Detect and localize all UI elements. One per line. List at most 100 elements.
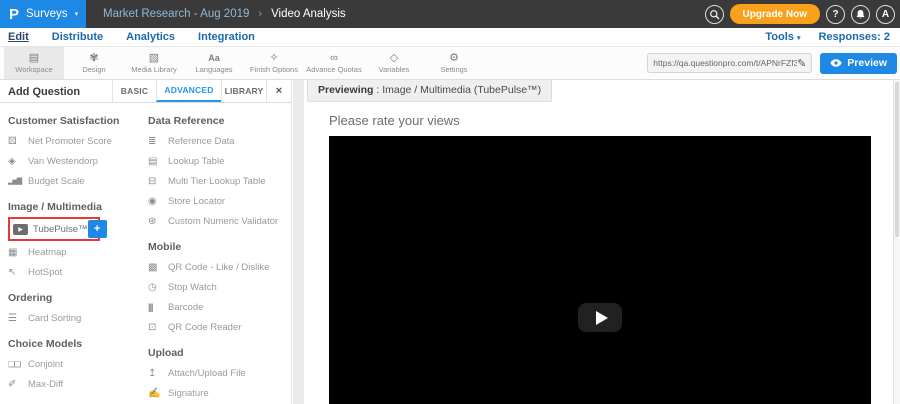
qr-code-reader-icon: ⊡ — [148, 322, 168, 333]
chevron-down-icon: ▾ — [797, 35, 801, 42]
question-type-label: Card Sorting — [28, 313, 81, 324]
languages-icon: Aa — [208, 52, 220, 64]
page-scrollbar[interactable] — [893, 80, 900, 404]
question-type-multi-tier-lookup-table[interactable]: ⊟Multi Tier Lookup Table — [148, 171, 290, 191]
question-type-signature[interactable]: ✍Signature — [148, 383, 290, 403]
question-type-heatmap[interactable]: ▦Heatmap — [8, 242, 148, 262]
scrollbar-thumb[interactable] — [895, 82, 899, 237]
advance-quotas-icon: ∞ — [330, 52, 338, 64]
toolbar-item-label: Workspace — [15, 65, 52, 74]
question-type-qr-code-reader[interactable]: ⊡QR Code Reader — [148, 317, 290, 337]
question-type-card-sorting[interactable]: ☰Card Sorting — [8, 308, 148, 328]
top-bar: P Surveys ▾ Market Research - Aug 2019 ›… — [0, 0, 900, 28]
previewing-tab: Previewing : Image / Multimedia (TubePul… — [307, 80, 552, 102]
question-type-budget-scale[interactable]: ▂▅▇Budget Scale — [8, 171, 148, 191]
help-button[interactable]: ? — [826, 5, 845, 24]
responses-count[interactable]: Responses: 2 — [818, 31, 890, 43]
question-type-van-westendorp[interactable]: ◈Van Westendorp — [8, 151, 148, 171]
section-heading: Image / Multimedia — [8, 201, 148, 213]
preview-button[interactable]: Preview — [820, 53, 897, 74]
upgrade-now-button[interactable]: Upgrade Now — [730, 4, 820, 24]
toolbar-items: ▤Workspace✾Design▧Media LibraryAaLanguag… — [4, 47, 484, 79]
toolbar-item-design[interactable]: ✾Design — [64, 47, 124, 79]
search-icon — [709, 9, 720, 20]
edit-url-icon[interactable]: ✎ — [797, 57, 806, 70]
media-library-icon: ▧ — [149, 52, 159, 64]
question-type-lookup-table[interactable]: ▤Lookup Table — [148, 151, 290, 171]
question-type-barcode[interactable]: |||Barcode — [148, 297, 290, 317]
notifications-button[interactable] — [851, 5, 870, 24]
tab-library[interactable]: LIBRARY — [221, 80, 266, 102]
topbar-actions: Upgrade Now ? A — [705, 0, 900, 28]
question-type-max-diff[interactable]: ✐Max-Diff — [8, 374, 148, 394]
question-type-store-locator[interactable]: ◉Store Locator — [148, 191, 290, 211]
question-column-1: Customer Satisfaction ⚄Net Promoter Score… — [8, 105, 148, 403]
question-section: Customer Satisfaction ⚄Net Promoter Score… — [8, 115, 148, 191]
question-type-label: TubePulse™ — [33, 224, 88, 235]
section-heading: Ordering — [8, 292, 148, 304]
workspace-icon: ▤ — [29, 52, 39, 64]
question-type-label: Max-Diff — [28, 379, 63, 390]
question-type-net-promoter-score[interactable]: ⚄Net Promoter Score — [8, 131, 148, 151]
breadcrumb-survey-name[interactable]: Market Research - Aug 2019 — [103, 8, 249, 20]
question-type-qr-code-like-dislike[interactable]: ▩QR Code - Like / Dislike — [148, 257, 290, 277]
tools-menu[interactable]: Tools ▾ — [765, 31, 800, 43]
section-heading: Customer Satisfaction — [8, 115, 148, 127]
toolbar-item-label: Settings — [440, 65, 467, 74]
toolbar-item-label: Variables — [379, 65, 410, 74]
question-type-reference-data[interactable]: ≣Reference Data — [148, 131, 290, 151]
toolbar-item-media-library[interactable]: ▧Media Library — [124, 47, 184, 79]
tab-advanced[interactable]: ADVANCED — [156, 80, 221, 102]
nav-item-analytics[interactable]: Analytics — [126, 31, 175, 43]
heatmap-icon: ▦ — [8, 247, 28, 258]
close-icon[interactable]: × — [266, 80, 291, 102]
question-type-label: QR Code - Like / Dislike — [168, 262, 269, 273]
add-question-button[interactable]: + — [88, 220, 107, 238]
toolbar-item-label: Languages — [195, 65, 232, 74]
toolbar-item-finish-options[interactable]: ✧Finish Options — [244, 47, 304, 79]
sidebar-scrollbar[interactable] — [293, 80, 304, 404]
question-section: Data Reference ≣Reference Data▤Lookup Tab… — [148, 115, 290, 231]
question-type-custom-numeric-validator[interactable]: ⊛Custom Numeric Validator — [148, 211, 290, 231]
add-question-header: Add Question BASIC ADVANCED LIBRARY × — [0, 80, 291, 103]
question-type-label: Budget Scale — [28, 176, 85, 187]
selected-question-highlight[interactable]: ▶TubePulse™+ — [8, 217, 100, 241]
preview-panel: Previewing : Image / Multimedia (TubePul… — [304, 80, 893, 404]
nav-right: Tools ▾ Responses: 2 — [765, 31, 892, 43]
question-type-tubepulse[interactable]: ▶TubePulse™ — [13, 224, 88, 235]
play-button[interactable] — [578, 303, 622, 332]
tab-basic[interactable]: BASIC — [112, 80, 156, 102]
question-type-attach-upload-file[interactable]: ↥Attach/Upload File — [148, 363, 290, 383]
question-section: Upload ↥Attach/Upload File✍Signature — [148, 347, 290, 403]
video-player[interactable] — [329, 136, 871, 404]
toolbar-item-languages[interactable]: AaLanguages — [184, 47, 244, 79]
section-heading: Upload — [148, 347, 290, 359]
question-type-label: Barcode — [168, 302, 203, 313]
survey-url-input[interactable] — [653, 58, 797, 68]
main-nav: Edit Distribute Analytics Integration To… — [0, 28, 900, 47]
nav-item-integration[interactable]: Integration — [198, 31, 255, 43]
main-content: Add Question BASIC ADVANCED LIBRARY × Cu… — [0, 80, 900, 404]
section-heading: Data Reference — [148, 115, 290, 127]
section-heading: Choice Models — [8, 338, 148, 350]
question-type-stop-watch[interactable]: ◷Stop Watch — [148, 277, 290, 297]
toolbar-item-label: Media Library — [131, 65, 176, 74]
nav-item-distribute[interactable]: Distribute — [52, 31, 103, 43]
avatar[interactable]: A — [876, 5, 895, 24]
question-type-label: Store Locator — [168, 196, 225, 207]
toolbar-right: ✎ Preview — [647, 47, 900, 79]
play-icon — [596, 311, 608, 325]
question-type-conjoint[interactable]: ❏❏Conjoint — [8, 354, 148, 374]
question-section: Image / Multimedia▶TubePulse™+▦Heatmap↖H… — [8, 201, 148, 282]
toolbar-item-workspace[interactable]: ▤Workspace — [4, 47, 64, 79]
toolbar-item-settings[interactable]: ⚙Settings — [424, 47, 484, 79]
toolbar-item-variables[interactable]: ◇Variables — [364, 47, 424, 79]
surveys-product-menu[interactable]: P Surveys ▾ — [0, 0, 86, 28]
question-type-hotspot[interactable]: ↖HotSpot — [8, 262, 148, 282]
question-type-label: Heatmap — [28, 247, 67, 258]
previewing-question-type: : Image / Multimedia (TubePulse™) — [373, 84, 541, 96]
toolbar-item-label: Design — [82, 65, 105, 74]
search-button[interactable] — [705, 5, 724, 24]
nav-item-edit[interactable]: Edit — [8, 31, 29, 43]
toolbar-item-advance-quotas[interactable]: ∞Advance Quotas — [304, 47, 364, 79]
